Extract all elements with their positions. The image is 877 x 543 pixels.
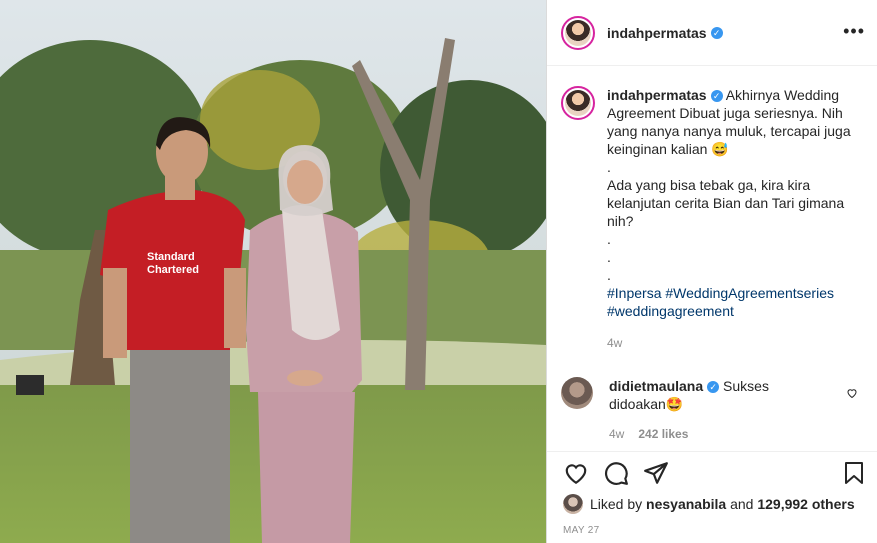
post-header: indahpermatas ✓ ••• <box>547 0 877 66</box>
caption-dot2: . <box>607 231 611 247</box>
like-heart-icon[interactable] <box>563 460 589 486</box>
more-dots-icon[interactable]: ••• <box>843 22 865 40</box>
commenter-verified-badge-icon: ✓ <box>707 381 720 394</box>
photo-illustration: Standard Chartered <box>0 0 546 543</box>
commenter-avatar[interactable] <box>561 377 593 409</box>
save-bookmark-icon[interactable] <box>842 460 866 486</box>
jersey-sponsor-line1: Standard <box>147 251 195 263</box>
caption-hashtags-1[interactable]: #Inpersa #WeddingAgreementseries <box>607 285 834 301</box>
comment-item: didietmaulana ✓ Sukses didoakan🤩 4w 242 li… <box>561 377 866 443</box>
instagram-post: Standard Chartered indahpermatas ✓ ••• i… <box>0 0 877 543</box>
caption-verified-badge-icon: ✓ <box>710 90 723 103</box>
post-photo[interactable]: Standard Chartered <box>0 0 546 543</box>
liked-by-count[interactable]: 129,992 others <box>757 496 854 512</box>
author-avatar[interactable] <box>561 15 595 50</box>
caption-dot4: . <box>607 267 611 283</box>
liked-by-prefix: Liked by <box>590 496 643 512</box>
likes-summary: Liked by nesyanabila and 129,992 others <box>563 494 855 514</box>
author-username[interactable]: indahpermatas <box>607 25 707 41</box>
jersey-sponsor-line2: Chartered <box>147 264 199 276</box>
caption-text: indahpermatas ✓ Akhirnya Wedding Agreemen… <box>607 86 857 352</box>
caption-dot1: . <box>607 159 611 175</box>
comment-bubble-icon[interactable] <box>603 460 629 486</box>
commenter-username[interactable]: didietmaulana <box>609 378 703 394</box>
comment-like-heart-icon[interactable] <box>846 387 858 399</box>
caption-line2: Ada yang bisa tebak ga, kira kira kelanj… <box>607 177 845 229</box>
caption-dot3: . <box>607 249 611 265</box>
liked-by-user[interactable]: nesyanabila <box>646 496 726 512</box>
liker-avatar[interactable] <box>563 494 583 514</box>
caption-block: indahpermatas ✓ Akhirnya Wedding Agreemen… <box>547 66 877 352</box>
verified-badge-icon: ✓ <box>710 26 723 39</box>
comment-meta: 4w 242 likes <box>609 425 829 443</box>
caption-avatar[interactable] <box>561 86 595 120</box>
caption-timestamp[interactable]: 4w <box>607 334 857 352</box>
comment-text-block: didietmaulana ✓ Sukses didoakan🤩 4w 242 li… <box>609 377 829 443</box>
post-side-panel: indahpermatas ✓ ••• indahpermatas ✓ Akhir… <box>546 0 877 543</box>
comment-likes[interactable]: 242 likes <box>638 427 688 441</box>
caption-username[interactable]: indahpermatas <box>607 87 707 103</box>
share-paper-plane-icon[interactable] <box>643 460 669 486</box>
comment-timestamp[interactable]: 4w <box>609 427 624 441</box>
action-bar <box>547 451 877 493</box>
liked-by-middle: and <box>730 496 754 512</box>
post-date[interactable]: MAY 27 <box>563 525 599 536</box>
caption-hashtags-2[interactable]: #weddingagreement <box>607 303 734 319</box>
